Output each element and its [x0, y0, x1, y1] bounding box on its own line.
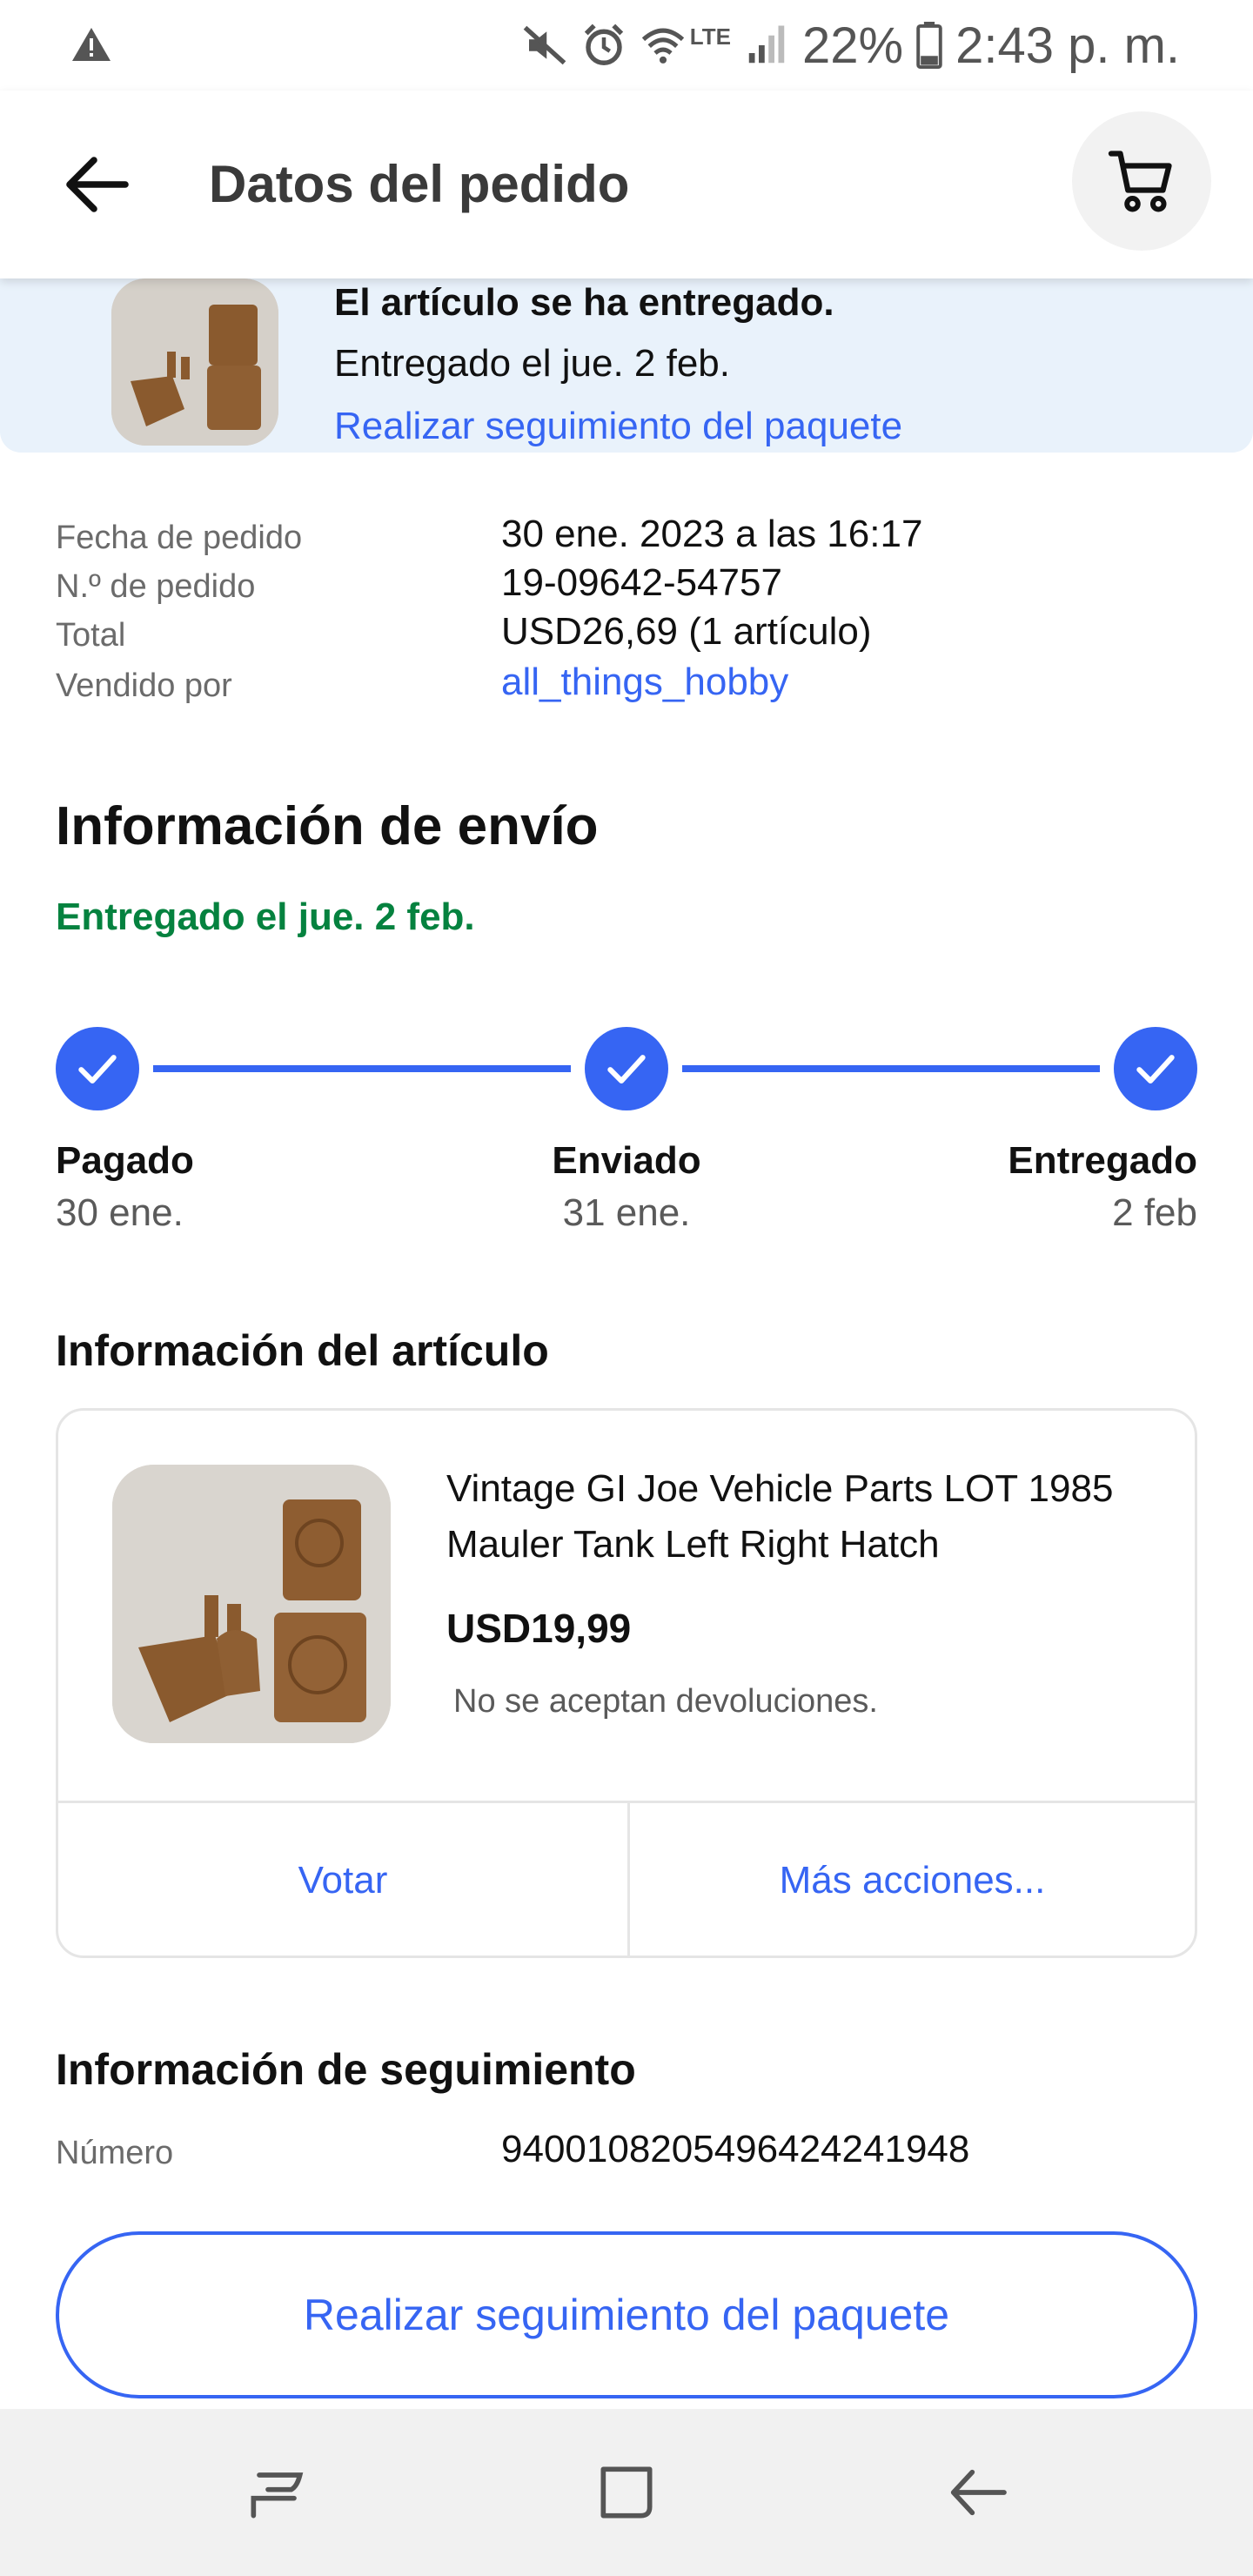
- check-icon: [1136, 1055, 1175, 1084]
- item-title[interactable]: Vintage GI Joe Vehicle Parts LOT 1985 Ma…: [446, 1461, 1160, 1573]
- item-price: USD19,99: [446, 1606, 632, 1651]
- network-label: LTE: [689, 23, 731, 50]
- cart-icon: [1108, 151, 1172, 212]
- recent-apps-button[interactable]: [235, 2451, 318, 2534]
- clock: 2:43 p. m.: [955, 17, 1180, 74]
- shipping-heading: Información de envío: [56, 796, 599, 856]
- check-icon: [78, 1055, 117, 1084]
- shipping-status: Entregado el jue. 2 feb.: [56, 896, 475, 938]
- delivery-date: Entregado el jue. 2 feb.: [334, 342, 730, 385]
- track-package-button[interactable]: Realizar seguimiento del paquete: [56, 2231, 1197, 2398]
- seller-link[interactable]: all_things_hobby: [501, 658, 788, 707]
- page-title: Datos del pedido: [209, 155, 630, 213]
- step-delivered-label: Entregado: [1008, 1139, 1197, 1182]
- delivery-status-title: El artículo se ha entregado.: [334, 281, 834, 324]
- status-bar: LTE 22% 2:43 p. m.: [0, 0, 1253, 91]
- warning-icon: [72, 28, 111, 61]
- system-nav-bar: [0, 2409, 1253, 2576]
- delivery-banner: El artículo se ha entregado. Entregado e…: [0, 278, 1253, 453]
- step-paid-check: [56, 1027, 139, 1110]
- arrow-left-icon: [66, 157, 129, 212]
- wifi-icon: [641, 28, 684, 64]
- status-icons: LTE 22% 2:43 p. m.: [521, 12, 1180, 78]
- step-shipped-date: 31 ene.: [562, 1191, 691, 1234]
- recent-apps-icon: [251, 2472, 304, 2519]
- back-button[interactable]: [56, 143, 139, 226]
- step-shipped-label: Enviado: [552, 1139, 701, 1182]
- step-paid-label: Pagado: [56, 1139, 194, 1182]
- order-number-value: 19-09642-54757: [501, 561, 782, 604]
- alarm-icon: [584, 23, 623, 65]
- tracking-heading: Información de seguimiento: [56, 2045, 636, 2094]
- track-package-link[interactable]: Realizar seguimiento del paquete: [334, 402, 902, 451]
- app-header: Datos del pedido: [0, 91, 1253, 278]
- system-back-button[interactable]: [936, 2451, 1020, 2534]
- order-number-label: N.º de pedido: [56, 568, 256, 605]
- progress-line-2: [682, 1065, 1100, 1072]
- order-total-label: Total: [56, 617, 126, 654]
- battery-percent: 22%: [801, 17, 904, 74]
- battery-icon: [916, 22, 942, 69]
- check-icon: [607, 1055, 646, 1084]
- item-thumbnail[interactable]: [111, 278, 278, 446]
- home-button[interactable]: [585, 2451, 668, 2534]
- item-card: Vintage GI Joe Vehicle Parts LOT 1985 Ma…: [56, 1408, 1197, 1958]
- tracking-number-value: 9400108205496424241948: [501, 2128, 970, 2170]
- mute-icon: [523, 25, 566, 65]
- step-paid-date: 30 ene.: [56, 1191, 184, 1234]
- seller-label: Vendido por: [56, 667, 232, 704]
- more-actions-button[interactable]: Más acciones...: [630, 1803, 1195, 1958]
- vote-button[interactable]: Votar: [58, 1803, 627, 1958]
- signal-icon: [748, 25, 785, 64]
- step-delivered-check: [1114, 1027, 1197, 1110]
- return-policy: No se aceptan devoluciones.: [453, 1683, 878, 1720]
- item-heading: Información del artículo: [56, 1326, 549, 1375]
- item-image[interactable]: [112, 1465, 391, 1743]
- order-date-value: 30 ene. 2023 a las 16:17: [501, 513, 923, 555]
- tracking-number-label: Número: [56, 2135, 174, 2171]
- step-delivered-date: 2 feb: [1112, 1191, 1197, 1234]
- back-icon: [950, 2469, 1007, 2516]
- order-total-value: USD26,69 (1 artículo): [501, 610, 872, 653]
- progress-line-1: [153, 1065, 571, 1072]
- step-shipped-check: [585, 1027, 668, 1110]
- order-date-label: Fecha de pedido: [56, 520, 303, 556]
- cart-button[interactable]: [1072, 111, 1211, 251]
- home-icon: [600, 2466, 653, 2519]
